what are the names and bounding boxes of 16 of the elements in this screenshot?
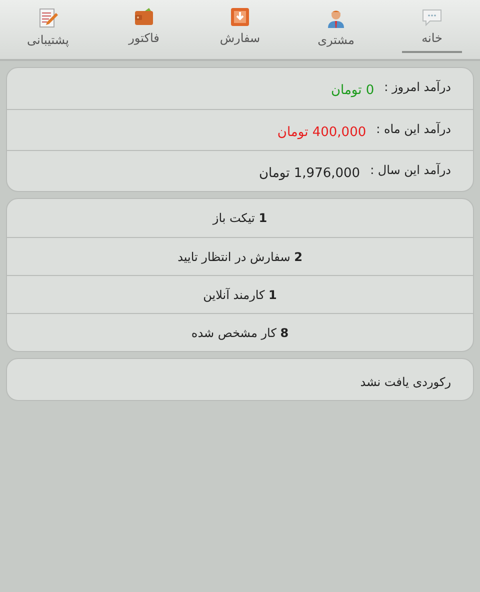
income-label: درآمد این ماه : xyxy=(376,120,451,138)
nav-tab[interactable]: خانه xyxy=(384,0,480,59)
income-value: 1,976,000 تومان xyxy=(258,165,360,183)
notepad-pencil-icon xyxy=(37,7,59,29)
nav-tab[interactable]: سفارش xyxy=(192,0,288,59)
income-label: درآمد امروز : xyxy=(384,78,451,96)
empty-message: رکوردی یافت نشد xyxy=(360,375,451,389)
nav-tab[interactable]: فاکتور xyxy=(96,0,192,59)
income-value: 400,000 تومان xyxy=(277,124,366,142)
wallet-icon xyxy=(133,7,155,27)
chat-bubble-icon xyxy=(421,7,443,27)
nav-tab[interactable]: پشتیبانی xyxy=(0,0,96,59)
download-box-icon xyxy=(229,7,251,27)
income-label: درآمد این سال : xyxy=(370,162,451,179)
income-value: 0 تومان xyxy=(330,82,374,100)
nav-tab[interactable]: مشتری xyxy=(288,0,384,59)
